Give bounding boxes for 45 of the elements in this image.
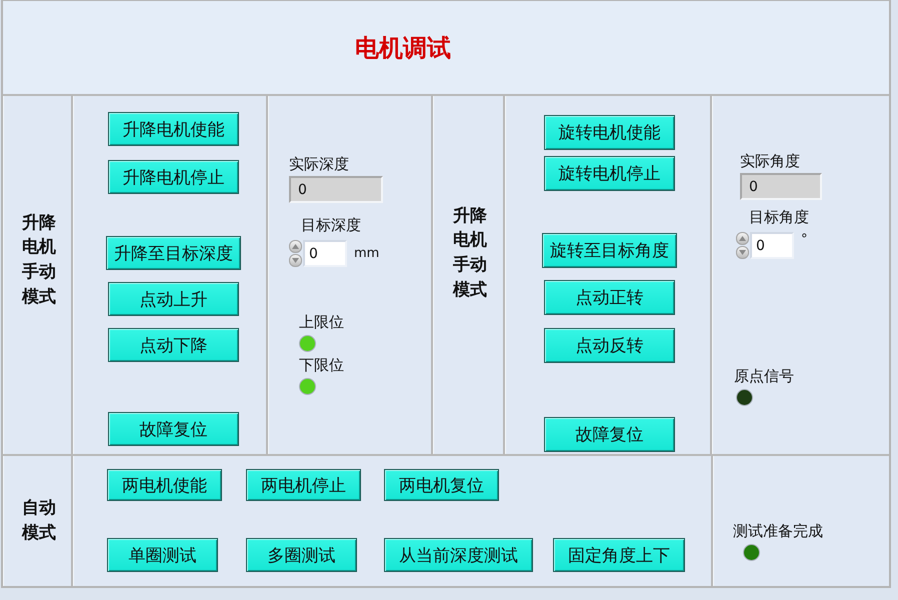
command-button[interactable]: 两电机复位 (384, 469, 499, 501)
command-button[interactable]: 点动正转 (544, 280, 675, 315)
depth-readout: 0 (289, 176, 383, 203)
command-button[interactable]: 多圈测试 (246, 538, 357, 572)
command-button[interactable]: 两电机使能 (107, 469, 222, 501)
command-button[interactable]: 升降至目标深度 (106, 236, 241, 270)
window-title: 电机调试 (355, 32, 451, 64)
increment-button[interactable] (736, 232, 749, 245)
field-label: 目标深度 (301, 216, 361, 234)
down-triangle-icon (292, 258, 299, 263)
up-triangle-icon (292, 244, 299, 249)
command-button[interactable]: 故障复位 (544, 417, 675, 452)
indicator-label: 原点信号 (734, 367, 794, 385)
indicator-label: 上限位 (299, 313, 344, 331)
mode-label: 自动模式 (22, 497, 58, 545)
command-button[interactable]: 故障复位 (108, 412, 239, 446)
command-button[interactable]: 升降电机使能 (108, 112, 239, 146)
target-depth-field[interactable]: 0 (303, 240, 347, 267)
command-button[interactable]: 点动上升 (108, 282, 239, 316)
decrement-button[interactable] (736, 246, 749, 259)
up-triangle-icon (739, 236, 746, 241)
mode-label: 升降电机手动模式 (453, 204, 488, 302)
increment-button[interactable] (289, 240, 302, 253)
field-label: 实际深度 (289, 155, 349, 173)
command-button[interactable]: 旋转电机使能 (544, 115, 675, 150)
command-button[interactable]: 点动下降 (108, 328, 239, 362)
target-angle-field[interactable]: 0 (750, 232, 794, 259)
command-button[interactable]: 从当前深度测试 (384, 538, 533, 572)
indicator-label: 测试准备完成 (733, 522, 823, 540)
command-button[interactable]: 升降电机停止 (108, 160, 239, 194)
command-button[interactable]: 固定角度上下 (553, 538, 685, 572)
command-button[interactable]: 旋转至目标角度 (542, 233, 677, 268)
angle-readout: 0 (740, 173, 822, 200)
field-label: 目标角度 (749, 208, 809, 226)
unit-label: ° (801, 232, 808, 247)
command-button[interactable]: 点动反转 (544, 328, 675, 363)
mode-label: 升降电机手动模式 (22, 212, 58, 309)
unit-label: mm (354, 246, 380, 261)
command-button[interactable]: 两电机停止 (246, 469, 361, 501)
indicator-label: 下限位 (299, 356, 344, 374)
down-triangle-icon (739, 250, 746, 255)
command-button[interactable]: 单圈测试 (107, 538, 218, 572)
command-button[interactable]: 旋转电机停止 (544, 156, 675, 191)
field-label: 实际角度 (740, 152, 800, 170)
decrement-button[interactable] (289, 254, 302, 267)
